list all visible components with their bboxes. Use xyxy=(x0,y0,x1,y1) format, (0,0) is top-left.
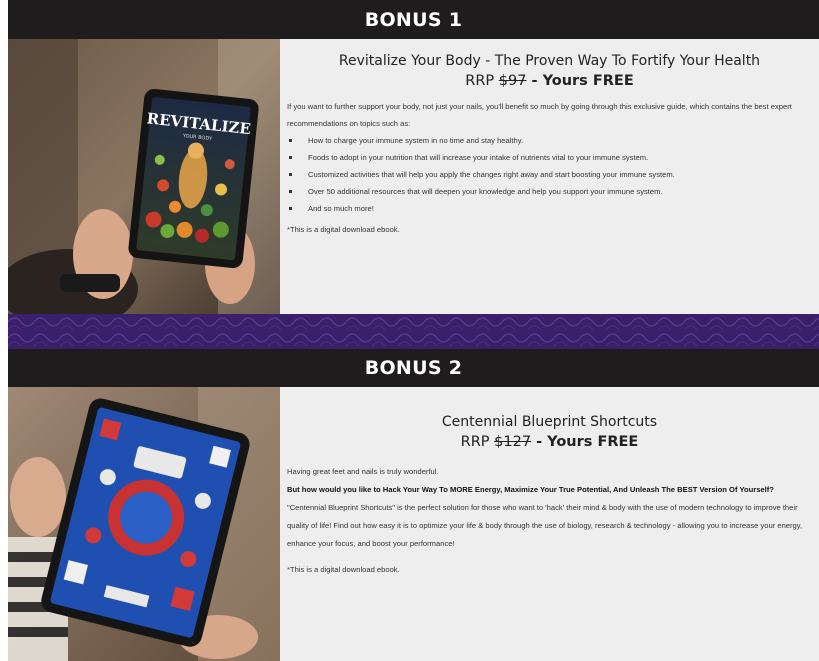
original-price: $127 xyxy=(494,434,532,450)
bonus-1-title: Revitalize Your Body - The Proven Way To… xyxy=(338,53,761,69)
free-label: - Yours FREE xyxy=(526,73,634,89)
bonus-2-title: Centennial Blueprint Shortcuts xyxy=(441,414,658,430)
bonus-2-paragraph: "Centennial Blueprint Shortcuts" is the … xyxy=(287,503,803,548)
bonus-1-price-line: RRP $97 - Yours FREE xyxy=(280,73,819,89)
bonus-2-product-image xyxy=(8,387,280,661)
original-price: $97 xyxy=(498,73,527,89)
bonus-2-header: BONUS 2 xyxy=(8,349,819,387)
list-item: How to charge your immune system in no t… xyxy=(289,132,815,149)
bonus-2-note: *This is a digital download ebook. xyxy=(287,565,400,574)
rrp-label: RRP xyxy=(460,434,495,450)
list-item: And so much more! xyxy=(289,200,815,217)
bonus-1-benefits-list: How to charge your immune system in no t… xyxy=(287,132,815,217)
list-item: Customized activities that will help you… xyxy=(289,166,815,183)
bonus-1-note: *This is a digital download ebook. xyxy=(287,225,400,234)
bonus-2-intro: Having great feet and nails is truly won… xyxy=(287,467,439,476)
bonus-1-product-image: REVITALIZE YOUR BODY xyxy=(8,39,280,314)
bonus-2-description: Having great feet and nails is truly won… xyxy=(287,463,815,579)
tablet-photo-centennial xyxy=(8,387,280,661)
decorative-divider xyxy=(8,314,819,349)
rrp-label: RRP xyxy=(465,73,499,89)
bonus-2-headline: But how would you like to Hack Your Way … xyxy=(287,485,774,494)
bonus-2-price-line: RRP $127 - Yours FREE xyxy=(280,434,819,450)
bonus-2-header-text: BONUS 2 xyxy=(364,357,463,379)
bonus-1-header: BONUS 1 xyxy=(8,0,819,39)
pattern-divider-graphic xyxy=(8,314,819,349)
bonus-1-intro: If you want to further support your body… xyxy=(287,102,792,128)
list-item: Foods to adopt in your nutrition that wi… xyxy=(289,149,815,166)
tablet-photo-revitalize: REVITALIZE YOUR BODY xyxy=(8,39,280,314)
free-label: - Yours FREE xyxy=(531,434,639,450)
bonus-1-content-panel: Revitalize Your Body - The Proven Way To… xyxy=(280,39,819,314)
bonus-2-content-panel: Centennial Blueprint Shortcuts RRP $127 … xyxy=(280,387,819,661)
bonus-1-description: If you want to further support your body… xyxy=(287,98,815,238)
bonus-1-header-text: BONUS 1 xyxy=(364,9,463,31)
list-item: Over 50 additional resources that will d… xyxy=(289,183,815,200)
